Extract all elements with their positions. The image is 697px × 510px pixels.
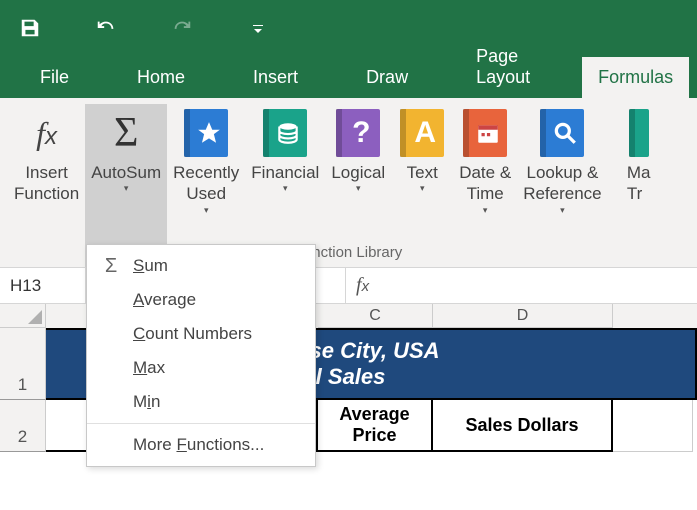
tab-file[interactable]: File [24, 57, 85, 98]
menu-item-count[interactable]: Count Numbers [87, 317, 315, 351]
financial-label: Financial [251, 162, 319, 183]
row-header-1[interactable]: 1 [0, 328, 46, 400]
cell-c2[interactable]: Average Price [318, 400, 433, 452]
search-book-icon [540, 109, 584, 157]
undo-button[interactable] [88, 10, 124, 46]
logical-label: Logical [331, 162, 385, 183]
menu-min-label: Min [133, 392, 160, 412]
ribbon: fx Insert Function Σ AutoSum ▾ Recently … [0, 98, 697, 268]
text-label: Text [407, 162, 438, 183]
math-label: Ma Tr [627, 162, 651, 205]
sigma-icon: Σ [101, 108, 151, 158]
logical-button[interactable]: ? Logical ▾ [325, 104, 391, 267]
row-header-2[interactable]: 2 [0, 400, 46, 452]
coins-book-icon [263, 109, 307, 157]
text-button[interactable]: A Text ▾ [391, 104, 453, 267]
sigma-icon: Σ [101, 255, 121, 278]
undo-icon [95, 17, 117, 39]
menu-more-label: More Functions... [133, 435, 264, 455]
lookup-button[interactable]: Lookup & Reference ▾ [517, 104, 607, 267]
name-box[interactable]: H13 [0, 268, 86, 303]
redo-icon [171, 17, 193, 39]
chevron-down-icon: ▾ [420, 183, 425, 194]
cell-d2[interactable]: Sales Dollars [433, 400, 613, 452]
menu-average-label: Average [133, 290, 196, 310]
formula-bar[interactable]: fx [346, 268, 697, 303]
insert-function-button[interactable]: fx Insert Function [8, 104, 85, 267]
autosum-button[interactable]: Σ AutoSum ▾ [85, 104, 167, 267]
date-time-label: Date & Time [459, 162, 511, 205]
save-button[interactable] [12, 10, 48, 46]
question-book-icon: ? [336, 109, 380, 157]
math-trig-button[interactable]: Ma Tr [608, 104, 664, 267]
chevron-down-icon: ▾ [204, 205, 209, 216]
tab-draw[interactable]: Draw [350, 57, 424, 98]
ribbon-tabs: File Home Insert Draw Page Layout Formul… [0, 56, 697, 98]
save-icon [19, 17, 41, 39]
autosum-label: AutoSum [91, 162, 161, 183]
chevron-down-icon: ▾ [283, 183, 288, 194]
tab-insert[interactable]: Insert [237, 57, 314, 98]
calendar-book-icon [463, 109, 507, 157]
date-time-button[interactable]: Date & Time ▾ [453, 104, 517, 267]
lookup-label: Lookup & Reference [523, 162, 601, 205]
theta-book-icon [629, 109, 649, 157]
menu-item-min[interactable]: Min [87, 385, 315, 419]
quick-access-toolbar [0, 0, 697, 56]
chevron-down-icon: ▾ [124, 183, 129, 194]
recently-used-button[interactable]: Recently Used ▾ [167, 104, 245, 267]
menu-item-sum[interactable]: Σ Sum [87, 249, 315, 283]
text-book-icon: A [400, 109, 444, 157]
col-header-c[interactable]: C [318, 304, 433, 328]
cell-e2[interactable] [613, 400, 693, 452]
menu-separator [87, 423, 315, 424]
menu-count-label: Count Numbers [133, 324, 252, 344]
col-header-d[interactable]: D [433, 304, 613, 328]
fx-icon: fx [356, 274, 369, 297]
tab-home[interactable]: Home [121, 57, 201, 98]
menu-item-more-functions[interactable]: More Functions... [87, 428, 315, 462]
qat-customize-button[interactable] [240, 10, 276, 46]
chevron-down-icon [252, 22, 264, 34]
fx-icon: fx [22, 108, 72, 158]
chevron-down-icon: ▾ [560, 205, 565, 216]
tab-page-layout[interactable]: Page Layout [460, 36, 546, 98]
menu-item-average[interactable]: Average [87, 283, 315, 317]
menu-item-max[interactable]: Max [87, 351, 315, 385]
insert-function-label: Insert Function [14, 162, 79, 205]
chevron-down-icon: ▾ [356, 183, 361, 194]
financial-button[interactable]: Financial ▾ [245, 104, 325, 267]
recently-used-label: Recently Used [173, 162, 239, 205]
chevron-down-icon: ▾ [483, 205, 488, 216]
redo-button[interactable] [164, 10, 200, 46]
star-book-icon [184, 109, 228, 157]
tab-formulas[interactable]: Formulas [582, 57, 689, 98]
menu-sum-label: Sum [133, 256, 168, 276]
menu-max-label: Max [133, 358, 165, 378]
select-all-corner[interactable] [0, 304, 46, 328]
autosum-menu: Σ Sum Average Count Numbers Max Min More… [86, 244, 316, 467]
